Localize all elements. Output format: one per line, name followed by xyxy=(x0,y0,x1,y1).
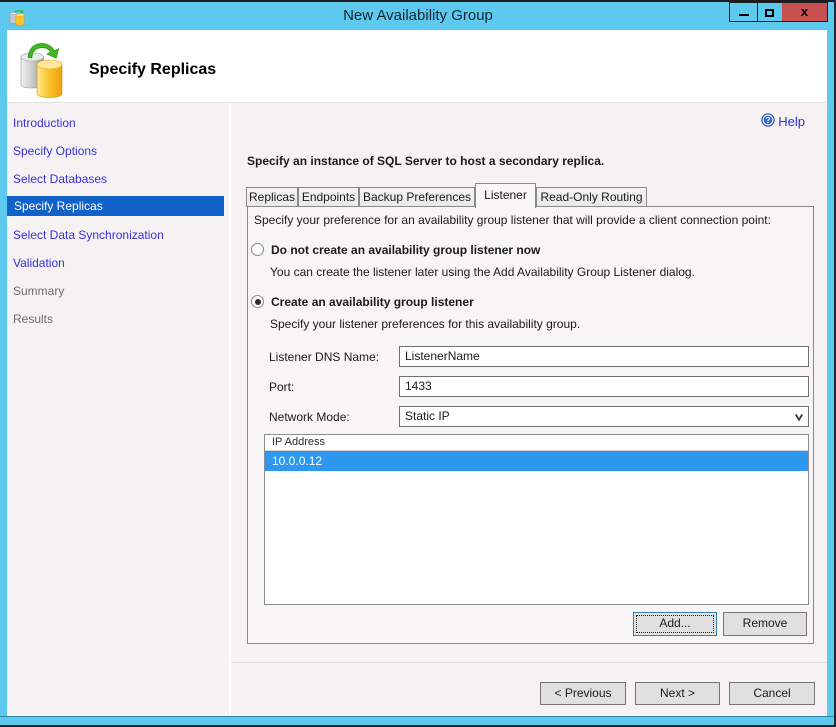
svg-text:?: ? xyxy=(766,115,771,125)
